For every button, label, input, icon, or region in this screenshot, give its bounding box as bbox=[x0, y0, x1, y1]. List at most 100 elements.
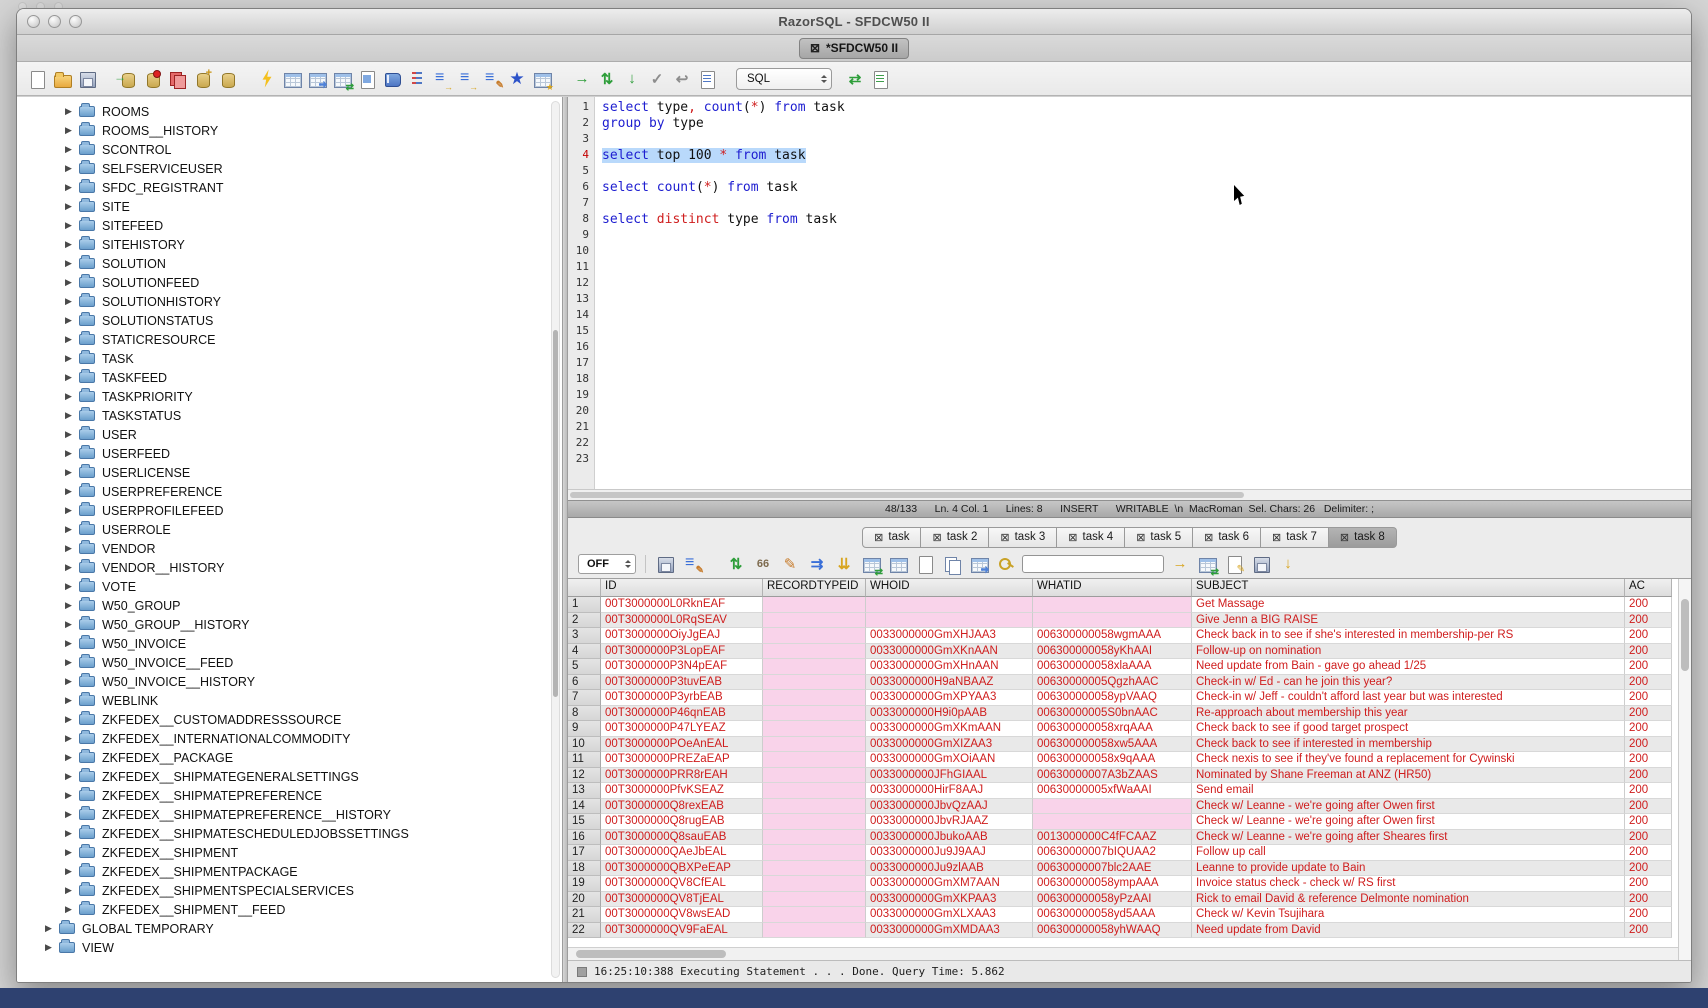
tree-item-taskstatus[interactable]: ▶TASKSTATUS bbox=[17, 406, 562, 425]
expand-arrow-icon[interactable]: ▶ bbox=[63, 638, 74, 649]
tree-item-zkfedex__shipmatescheduledjobssettings[interactable]: ▶ZKFEDEX__SHIPMATESCHEDULEDJOBSSETTINGS bbox=[17, 824, 562, 843]
tree-item-zkfedex__shipmatepreference[interactable]: ▶ZKFEDEX__SHIPMATEPREFERENCE bbox=[17, 786, 562, 805]
grid-vscrollbar[interactable] bbox=[1678, 579, 1691, 960]
code-line[interactable]: select distinct type from task bbox=[602, 212, 1691, 228]
autocommit-select[interactable]: OFF bbox=[578, 554, 636, 574]
tree-item-userpreference[interactable]: ▶USERPREFERENCE bbox=[17, 482, 562, 501]
copy-results-icon[interactable] bbox=[942, 554, 962, 574]
expand-arrow-icon[interactable]: ▶ bbox=[63, 410, 74, 421]
expand-arrow-icon[interactable]: ▶ bbox=[63, 239, 74, 250]
check-icon[interactable]: ✓ bbox=[647, 69, 667, 89]
code-line[interactable] bbox=[602, 388, 1691, 404]
table-row[interactable]: 700T3000000P3yrbEAB0033000000GmXPYAA3006… bbox=[568, 690, 1691, 706]
code-line[interactable] bbox=[602, 340, 1691, 356]
table-row[interactable]: 200T3000000L0RqSEAVGive Jenn a BIG RAISE… bbox=[568, 613, 1691, 629]
tree-item-solution[interactable]: ▶SOLUTION bbox=[17, 254, 562, 273]
expand-arrow-icon[interactable]: ▶ bbox=[63, 733, 74, 744]
sync-icon[interactable]: ⇅ bbox=[597, 69, 617, 89]
tree-item-weblink[interactable]: ▶WEBLINK bbox=[17, 691, 562, 710]
tree-item-w50_invoice__history[interactable]: ▶W50_INVOICE__HISTORY bbox=[17, 672, 562, 691]
close-tab-icon[interactable]: ⊠ bbox=[1272, 531, 1281, 544]
expand-arrow-icon[interactable]: ▶ bbox=[63, 676, 74, 687]
messages-icon[interactable] bbox=[870, 69, 890, 89]
tree-item-global temporary[interactable]: ▶GLOBAL TEMPORARY bbox=[17, 919, 562, 938]
result-tab-task-4[interactable]: ⊠task 4 bbox=[1057, 527, 1125, 548]
table-row[interactable]: 1500T3000000Q8rugEAB0033000000JbvRJAAZCh… bbox=[568, 814, 1691, 830]
close-tab-icon[interactable]: ⊠ bbox=[932, 531, 941, 544]
column-header-whatid[interactable]: WHATID bbox=[1033, 579, 1192, 597]
title-bar[interactable]: RazorSQL - SFDCW50 II bbox=[17, 9, 1691, 35]
expand-arrow-icon[interactable]: ▶ bbox=[63, 657, 74, 668]
column-header-id[interactable]: ID bbox=[601, 579, 763, 597]
refresh-connection-icon[interactable]: ⇄ bbox=[845, 69, 865, 89]
save-results-icon[interactable] bbox=[655, 554, 675, 574]
favorites-icon[interactable]: ★ bbox=[507, 69, 527, 89]
table-row[interactable]: 2200T3000000QV9FaEAL0033000000GmXMDAA300… bbox=[568, 923, 1691, 939]
tree-item-view[interactable]: ▶VIEW bbox=[17, 938, 562, 957]
primary-key-icon[interactable] bbox=[996, 554, 1016, 574]
result-tab-task-3[interactable]: ⊠task 3 bbox=[989, 527, 1057, 548]
expand-arrow-icon[interactable]: ▶ bbox=[63, 543, 74, 554]
close-window-button[interactable] bbox=[27, 15, 40, 28]
close-tab-icon[interactable]: ⊠ bbox=[1000, 531, 1009, 544]
expand-arrow-icon[interactable]: ▶ bbox=[63, 809, 74, 820]
tree-item-taskpriority[interactable]: ▶TASKPRIORITY bbox=[17, 387, 562, 406]
tree-item-zkfedex__shipment[interactable]: ▶ZKFEDEX__SHIPMENT bbox=[17, 843, 562, 862]
expand-arrow-icon[interactable]: ▶ bbox=[63, 315, 74, 326]
document-icon[interactable] bbox=[357, 69, 377, 89]
code-line[interactable] bbox=[602, 244, 1691, 260]
document-tab[interactable]: ⊠ *SFDCW50 II bbox=[799, 38, 909, 59]
grid-hscrollbar-thumb[interactable] bbox=[576, 950, 726, 958]
column-header-whoid[interactable]: WHOID bbox=[866, 579, 1033, 597]
expand-arrow-icon[interactable]: ▶ bbox=[63, 448, 74, 459]
report-icon[interactable] bbox=[915, 554, 935, 574]
tree-scrollbar-thumb[interactable] bbox=[553, 330, 558, 698]
tree-item-staticresource[interactable]: ▶STATICRESOURCE bbox=[17, 330, 562, 349]
expand-arrow-icon[interactable]: ▶ bbox=[63, 391, 74, 402]
column-header-ac[interactable]: AC bbox=[1625, 579, 1672, 597]
close-tab-icon[interactable]: ⊠ bbox=[1340, 531, 1349, 544]
tree-item-vote[interactable]: ▶VOTE bbox=[17, 577, 562, 596]
table-view-icon[interactable] bbox=[888, 554, 908, 574]
tree-item-taskfeed[interactable]: ▶TASKFEED bbox=[17, 368, 562, 387]
tree-item-zkfedex__customaddresssource[interactable]: ▶ZKFEDEX__CUSTOMADDRESSSOURCE bbox=[17, 710, 562, 729]
refresh-results-icon[interactable]: ⇅ bbox=[726, 554, 746, 574]
expand-arrow-icon[interactable]: ▶ bbox=[63, 296, 74, 307]
edit-filter-icon[interactable] bbox=[482, 69, 502, 89]
expand-arrow-icon[interactable]: ▶ bbox=[43, 942, 54, 953]
tree-item-rooms__history[interactable]: ▶ROOMS__HISTORY bbox=[17, 121, 562, 140]
code-line[interactable] bbox=[602, 292, 1691, 308]
expand-arrow-icon[interactable]: ▶ bbox=[63, 182, 74, 193]
expand-arrow-icon[interactable]: ▶ bbox=[63, 334, 74, 345]
expand-arrow-icon[interactable]: ▶ bbox=[63, 144, 74, 155]
close-tab-icon[interactable]: ⊠ bbox=[1068, 531, 1077, 544]
table-row[interactable]: 900T3000000P47LYEAZ0033000000GmXKmAAN006… bbox=[568, 721, 1691, 737]
save-icon[interactable] bbox=[77, 69, 97, 89]
tree-item-zkfedex__internationalcommodity[interactable]: ▶ZKFEDEX__INTERNATIONALCOMMODITY bbox=[17, 729, 562, 748]
tree-item-zkfedex__shipmategeneralsettings[interactable]: ▶ZKFEDEX__SHIPMATEGENERALSETTINGS bbox=[17, 767, 562, 786]
new-connection-icon[interactable] bbox=[192, 69, 212, 89]
results-search-input[interactable] bbox=[1022, 555, 1164, 573]
grid-vscrollbar-thumb[interactable] bbox=[1681, 599, 1689, 671]
tree-item-zkfedex__shipmentpackage[interactable]: ▶ZKFEDEX__SHIPMENTPACKAGE bbox=[17, 862, 562, 881]
expand-arrow-icon[interactable]: ▶ bbox=[63, 106, 74, 117]
table-row[interactable]: 300T3000000OiyJgEAJ0033000000GmXHJAA3006… bbox=[568, 628, 1691, 644]
connect-db-icon[interactable] bbox=[117, 69, 137, 89]
expand-arrow-icon[interactable]: ▶ bbox=[63, 619, 74, 630]
tree-item-userprofilefeed[interactable]: ▶USERPROFILEFEED bbox=[17, 501, 562, 520]
tree-item-vendor__history[interactable]: ▶VENDOR__HISTORY bbox=[17, 558, 562, 577]
undo-icon[interactable]: ↩ bbox=[672, 69, 692, 89]
table-row[interactable]: 1400T3000000Q8rexEAB0033000000JbvQzAAJCh… bbox=[568, 799, 1691, 815]
download-icon[interactable]: ↓ bbox=[1278, 554, 1298, 574]
tree-item-task[interactable]: ▶TASK bbox=[17, 349, 562, 368]
expand-arrow-icon[interactable]: ▶ bbox=[63, 505, 74, 516]
sort-icon[interactable]: ⇊ bbox=[834, 554, 854, 574]
table-row[interactable]: 1600T3000000Q8sauEAB0033000000JbukoAAB00… bbox=[568, 830, 1691, 846]
book-icon[interactable] bbox=[382, 69, 402, 89]
tree-item-sitehistory[interactable]: ▶SITEHISTORY bbox=[17, 235, 562, 254]
expand-arrow-icon[interactable]: ▶ bbox=[63, 828, 74, 839]
close-document-icon[interactable]: ⊠ bbox=[810, 42, 820, 54]
tree-item-solutionhistory[interactable]: ▶SOLUTIONHISTORY bbox=[17, 292, 562, 311]
sql-editor[interactable]: 1234567891011121314151617181920212223 se… bbox=[568, 97, 1691, 489]
zoom-window-button[interactable] bbox=[69, 15, 82, 28]
